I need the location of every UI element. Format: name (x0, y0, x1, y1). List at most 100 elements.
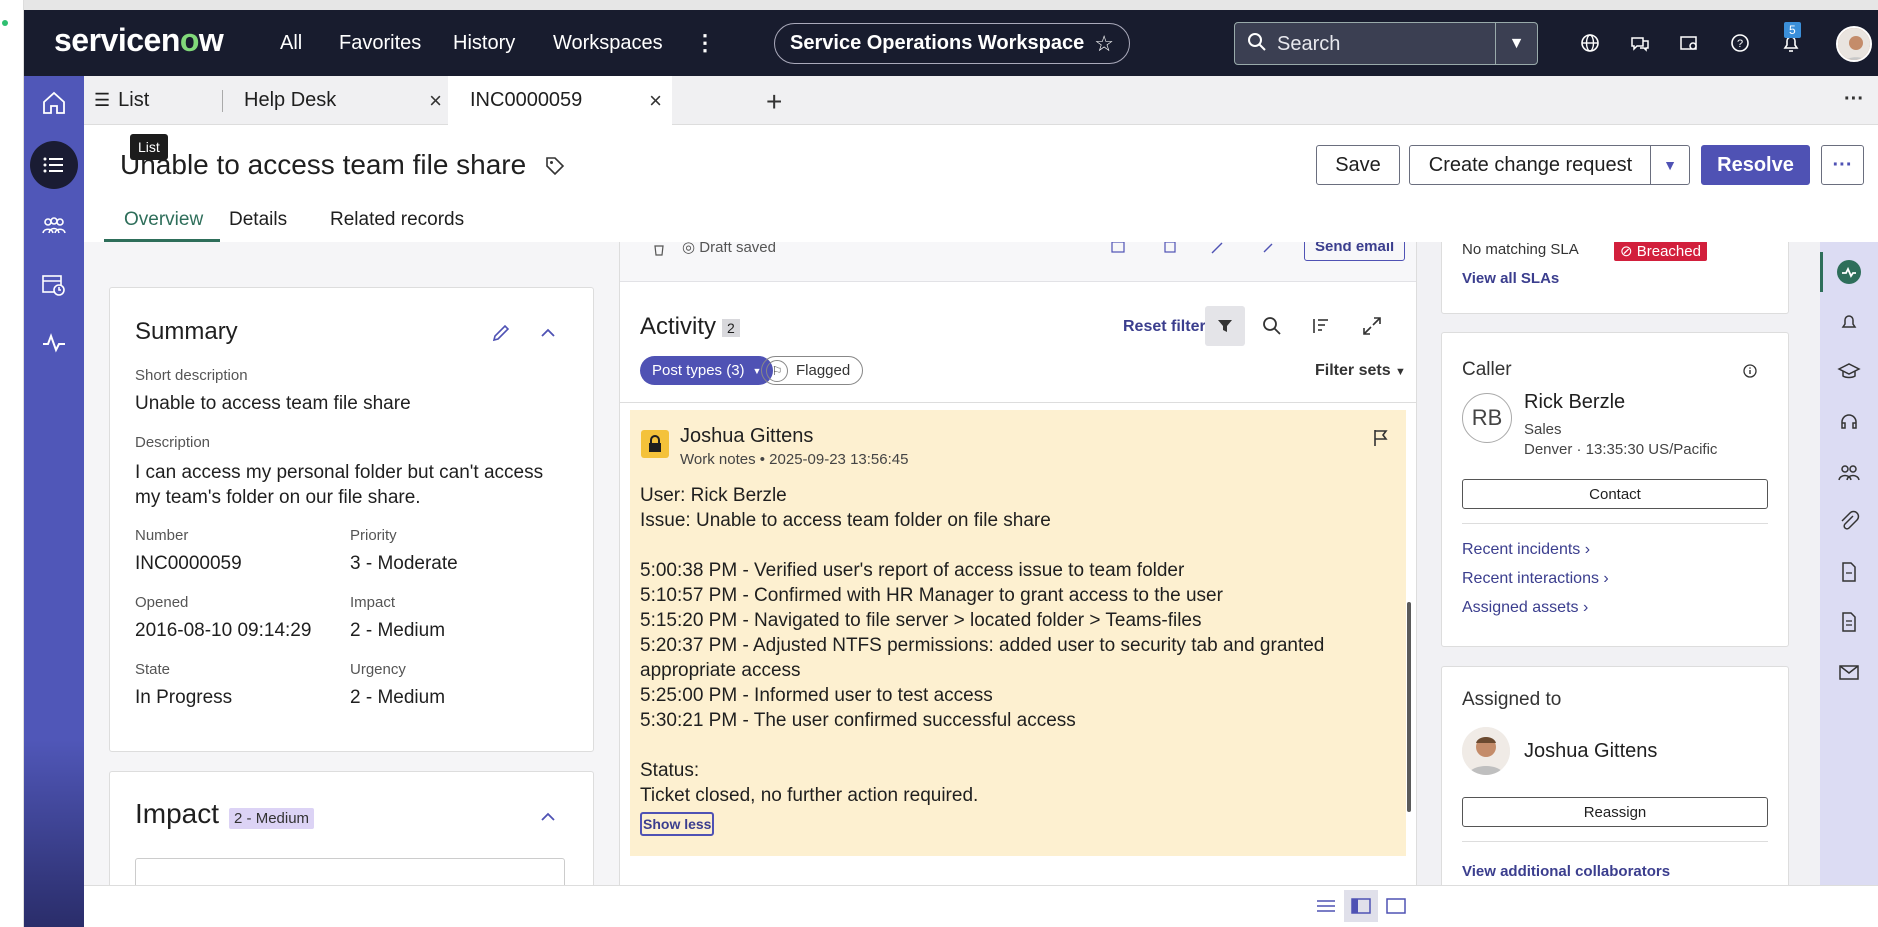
priority-value: 3 - Moderate (350, 553, 458, 574)
more-menu-icon[interactable]: ⋮ (694, 30, 716, 56)
collapse-chevron-icon[interactable] (537, 322, 559, 344)
subtab-details[interactable]: Details (229, 209, 287, 242)
more-actions-button[interactable]: ··· (1821, 145, 1864, 185)
screen-capture-icon[interactable] (1676, 30, 1702, 56)
workspace-selector[interactable]: Service Operations Workspace ☆ (774, 23, 1130, 64)
global-search[interactable]: Search ▼ (1234, 22, 1538, 65)
list-tooltip: List (130, 134, 168, 160)
show-less-button[interactable]: Show less (640, 812, 715, 836)
contact-button[interactable]: Contact (1462, 479, 1768, 509)
workspace-title: Service Operations Workspace (790, 32, 1085, 54)
note-body: User: Rick Berzle Issue: Unable to acces… (640, 485, 1325, 806)
status-dot (2, 20, 8, 26)
globe-icon[interactable] (1577, 30, 1603, 56)
add-tab-icon[interactable]: + (766, 86, 782, 118)
calendar-clock-icon[interactable] (37, 268, 71, 302)
opened-value: 2016-08-10 09:14:29 (135, 620, 312, 641)
view-all-slas-link[interactable]: View all SLAs (1462, 270, 1559, 287)
draft-saved-status: ◎ Draft saved (682, 242, 776, 256)
graduation-cap-icon[interactable] (1837, 360, 1861, 384)
document-icon[interactable] (1837, 560, 1861, 584)
paperclip-icon[interactable] (1837, 510, 1861, 534)
collapse-chevron-icon[interactable] (537, 806, 559, 828)
filter-button[interactable] (1205, 306, 1245, 346)
post-types-filter[interactable]: Post types (3) ▼ (640, 356, 774, 385)
info-icon[interactable] (1742, 363, 1758, 379)
notification-icon[interactable] (1837, 310, 1861, 334)
urgency-label: Urgency (350, 661, 406, 678)
recent-incidents-link[interactable]: Recent incidents › (1462, 541, 1590, 559)
record-header: Unable to access team file share Save Cr… (84, 125, 1878, 242)
assigned-assets-link[interactable]: Assigned assets › (1462, 599, 1588, 617)
template-icon[interactable] (1110, 242, 1126, 254)
breached-badge: ⊘ Breached (1614, 242, 1707, 261)
left-edge-strip (0, 0, 24, 927)
assigned-to-card: Assigned to Joshua Gittens Reassign View… (1441, 666, 1789, 892)
timeline-icon[interactable] (1837, 260, 1861, 284)
activity-scrollbar[interactable] (1407, 602, 1411, 812)
subtab-related-records[interactable]: Related records (330, 209, 464, 242)
groups-icon[interactable] (37, 209, 71, 243)
send-email-button[interactable]: Send email (1304, 242, 1406, 261)
compose-pen-icon[interactable] (1210, 242, 1226, 254)
list-nav-icon[interactable] (30, 141, 78, 189)
recent-interactions-link[interactable]: Recent interactions › (1462, 570, 1609, 588)
recent-interactions-label: Recent interactions (1462, 570, 1599, 587)
activity-search-icon[interactable] (1260, 314, 1284, 338)
draft-saved-text: Draft saved (699, 242, 776, 256)
tab-help-desk[interactable]: Help Desk × (222, 76, 452, 125)
edit-pencil-icon[interactable] (490, 322, 512, 344)
people-icon[interactable] (1837, 460, 1861, 484)
split-layout-toggle[interactable] (1344, 890, 1378, 922)
reset-filter-link[interactable]: Reset filter (1123, 318, 1206, 336)
save-button[interactable]: Save (1316, 145, 1400, 185)
work-note-entry: Joshua Gittens Work notes • 2025-09-23 1… (630, 410, 1406, 856)
change-request-dropdown[interactable]: ▼ (1650, 145, 1690, 185)
nav-history[interactable]: History (453, 32, 515, 55)
flag-icon[interactable] (1371, 428, 1391, 448)
close-tab-icon[interactable]: × (429, 88, 442, 114)
help-icon[interactable]: ? (1727, 30, 1753, 56)
expand-icon[interactable] (1360, 314, 1384, 338)
home-icon[interactable] (37, 86, 71, 120)
resolve-button[interactable]: Resolve (1701, 145, 1810, 185)
trash-icon[interactable] (652, 242, 666, 256)
tag-icon[interactable] (544, 155, 566, 177)
chat-icon[interactable] (1627, 30, 1653, 56)
activity-pulse-icon[interactable] (37, 326, 71, 360)
single-layout-icon[interactable] (1384, 896, 1408, 916)
email-icon[interactable] (1837, 660, 1861, 684)
view-additional-collaborators-link[interactable]: View additional collaborators (1462, 863, 1670, 880)
subtab-overview[interactable]: Overview (104, 209, 221, 242)
reassign-button[interactable]: Reassign (1462, 797, 1768, 827)
sla-text: No matching SLA (1462, 242, 1579, 258)
tab-overflow-icon[interactable]: ··· (1844, 88, 1864, 111)
user-avatar[interactable] (1836, 26, 1872, 62)
summary-card: Summary Short description Unable to acce… (109, 287, 594, 752)
filter-sets-dropdown[interactable]: Filter sets ▼ (1315, 362, 1406, 380)
flagged-filter[interactable]: ⚐ Flagged (761, 356, 864, 385)
star-icon[interactable]: ☆ (1094, 31, 1114, 57)
sort-icon[interactable] (1310, 314, 1334, 338)
search-scope-dropdown[interactable]: ▼ (1495, 23, 1537, 64)
document-lines-icon[interactable] (1837, 610, 1861, 634)
headset-icon[interactable] (1837, 410, 1861, 434)
servicenow-logo[interactable]: servicenow (54, 22, 224, 59)
tab-list[interactable]: ☰ List (94, 76, 214, 125)
recent-incidents-label: Recent incidents (1462, 541, 1581, 558)
knowledge-icon[interactable] (1163, 242, 1179, 254)
attachment-icon[interactable] (1260, 242, 1276, 254)
chevron-right-icon: › (1603, 570, 1609, 587)
close-tab-icon[interactable]: × (649, 88, 662, 114)
assignee-name[interactable]: Joshua Gittens (1524, 740, 1657, 763)
nav-favorites[interactable]: Favorites (339, 32, 421, 55)
note-author[interactable]: Joshua Gittens (680, 425, 813, 448)
chevron-right-icon: › (1582, 599, 1589, 616)
list-layout-icon[interactable] (1314, 896, 1338, 916)
nav-all[interactable]: All (280, 32, 302, 55)
caller-name[interactable]: Rick Berzle (1524, 391, 1625, 414)
caller-location: Denver · 13:35:30 US/Pacific (1524, 441, 1718, 458)
nav-workspaces[interactable]: Workspaces (553, 32, 663, 55)
create-change-request-button[interactable]: Create change request (1409, 145, 1652, 185)
tab-inc0000059[interactable]: INC0000059 × (448, 76, 672, 125)
